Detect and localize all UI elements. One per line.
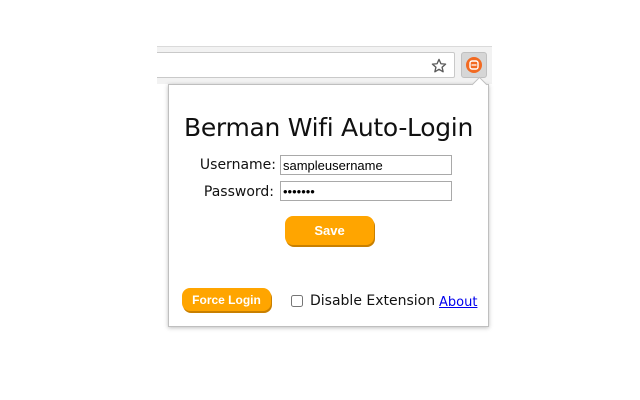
disable-extension-checkbox[interactable] bbox=[291, 295, 303, 307]
popup-title: Berman Wifi Auto-Login bbox=[183, 113, 474, 142]
password-label: Password: bbox=[203, 184, 274, 200]
extension-popup: Berman Wifi Auto-Login Username: Passwor… bbox=[168, 76, 489, 327]
berman-logo-icon bbox=[466, 57, 482, 73]
username-label: Username: bbox=[199, 157, 276, 173]
extension-button[interactable] bbox=[461, 52, 487, 78]
address-bar[interactable] bbox=[157, 52, 455, 78]
disable-extension-label[interactable]: Disable Extension bbox=[310, 293, 435, 309]
about-link[interactable]: About bbox=[439, 295, 477, 310]
username-input[interactable] bbox=[280, 155, 452, 175]
star-icon[interactable] bbox=[430, 57, 448, 75]
password-input[interactable] bbox=[280, 181, 452, 201]
disable-extension-row[interactable]: Disable Extension bbox=[291, 293, 435, 309]
browser-toolbar bbox=[157, 46, 492, 84]
force-login-button[interactable]: Force Login bbox=[182, 288, 271, 311]
save-button[interactable]: Save bbox=[285, 216, 374, 245]
